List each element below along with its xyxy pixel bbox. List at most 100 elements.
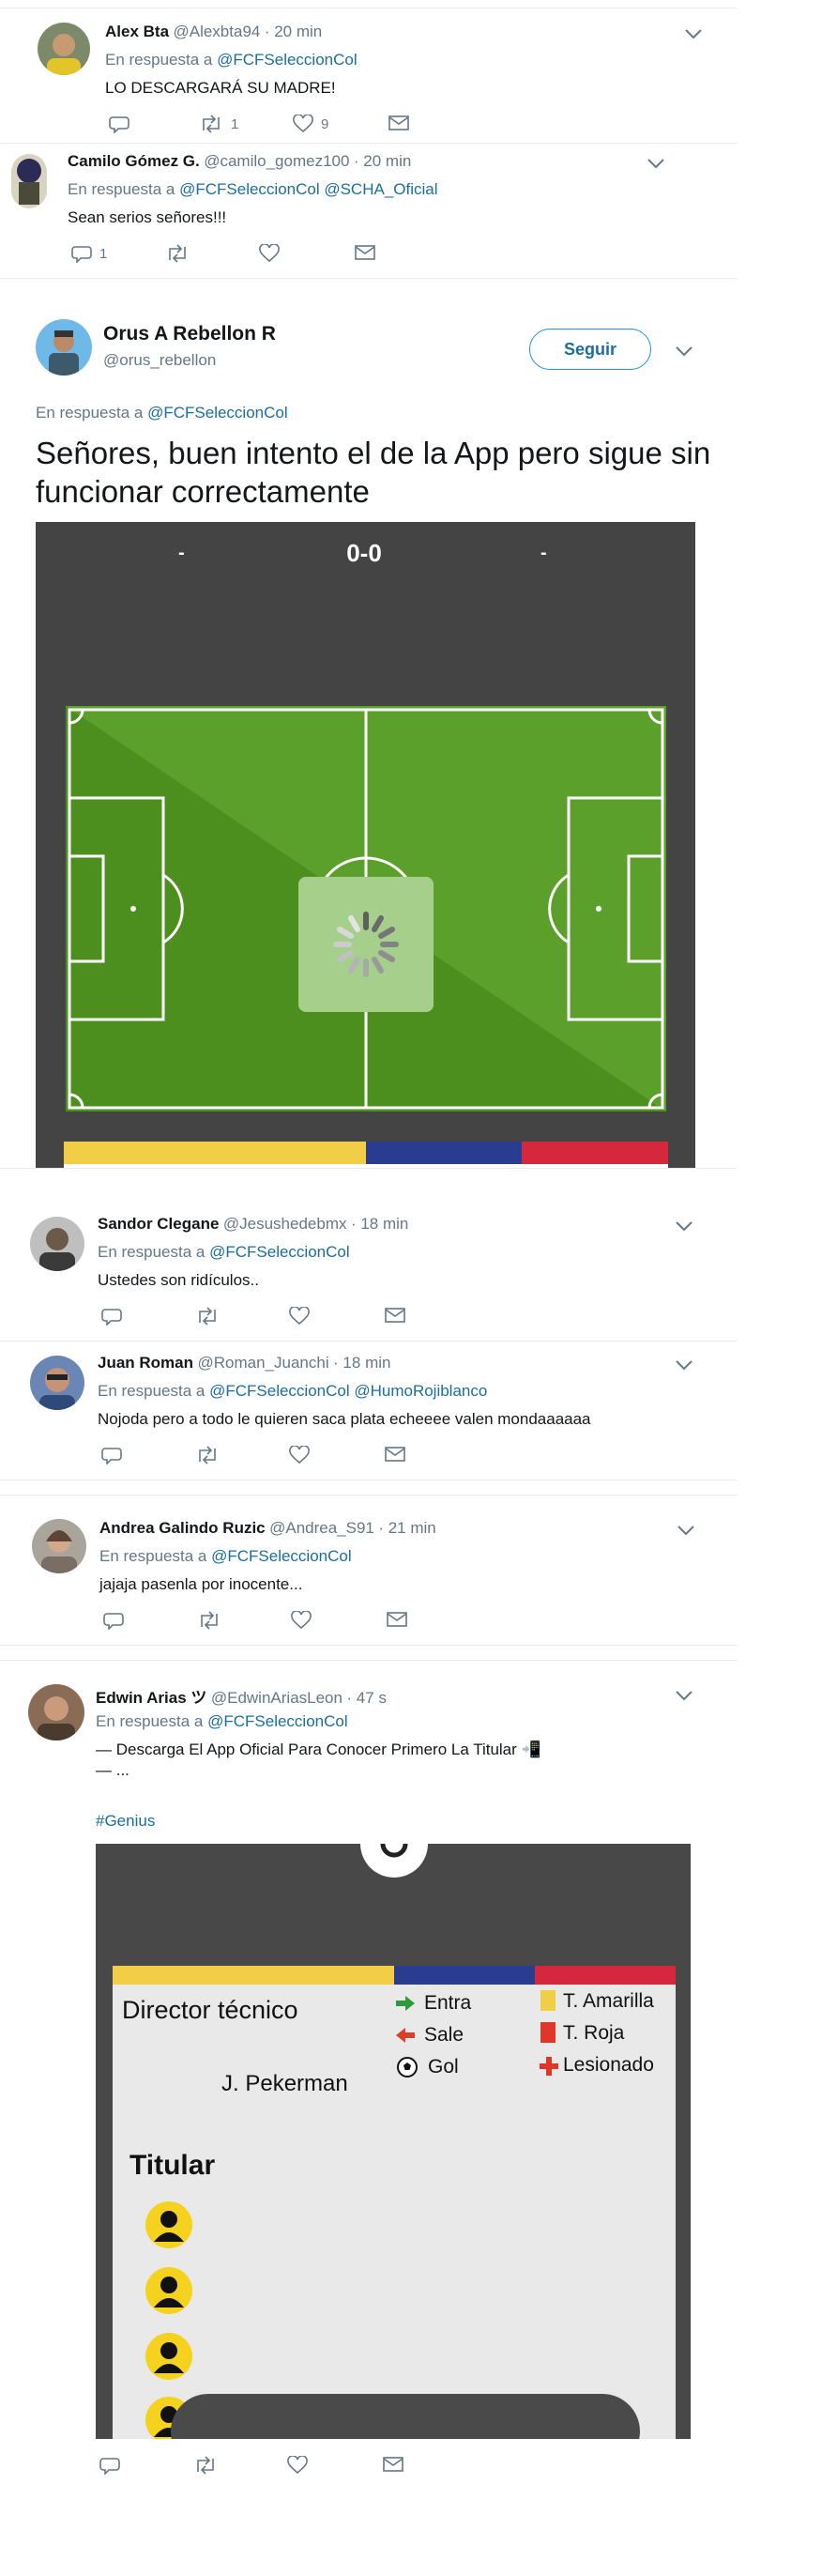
reply-prefix: En respuesta a: [98, 1243, 206, 1261]
tweet-text-line-2: — ...: [96, 1761, 129, 1779]
heart-icon: [289, 1307, 310, 1326]
timestamp[interactable]: · 18 min: [351, 1215, 408, 1233]
avatar[interactable]: [30, 1356, 84, 1410]
avatar[interactable]: [11, 154, 47, 208]
display-name[interactable]: Juan Roman: [98, 1354, 193, 1372]
reply-prefix: En respuesta a: [98, 1382, 206, 1400]
reply-button[interactable]: [101, 1446, 122, 1464]
display-name[interactable]: Sandor Clegane: [98, 1215, 219, 1233]
reply-mention-link[interactable]: @FCFSeleccionCol: [217, 51, 358, 69]
reply-mention-link[interactable]: @FCFSeleccionCol: [211, 1547, 352, 1565]
reply-button[interactable]: [109, 115, 137, 133]
username[interactable]: @camilo_gomez100: [204, 152, 349, 170]
direct-message-button[interactable]: [383, 2456, 403, 2473]
avatar[interactable]: [30, 1217, 84, 1271]
like-button[interactable]: [287, 2456, 308, 2475]
timestamp[interactable]: · 21 min: [378, 1519, 435, 1537]
like-button[interactable]: [289, 1446, 310, 1464]
reply-mention-link[interactable]: @FCFSeleccionCol @HumoRojiblanco: [209, 1382, 487, 1400]
chevron-down-icon[interactable]: [683, 26, 704, 41]
timestamp[interactable]: · 20 min: [265, 23, 322, 40]
retweet-button[interactable]: [195, 1446, 220, 1464]
display-name[interactable]: Edwin Arias ツ: [96, 1689, 206, 1707]
like-button[interactable]: 9: [293, 115, 328, 133]
director-name: J. Pekerman: [221, 2071, 348, 2096]
chevron-down-icon[interactable]: [676, 1523, 696, 1538]
hashtag-link[interactable]: #Genius: [96, 1812, 155, 1831]
reply-mention-link[interactable]: @FCFSeleccionCol @SCHA_Oficial: [179, 180, 437, 198]
retweet-button[interactable]: [193, 2456, 218, 2475]
chevron-down-icon[interactable]: [674, 1688, 694, 1703]
username[interactable]: @Alexbta94: [173, 23, 260, 40]
heart-icon: [287, 2456, 308, 2475]
bottom-sheet[interactable]: [171, 2394, 640, 2439]
timestamp[interactable]: · 18 min: [333, 1354, 390, 1372]
username[interactable]: @EdwinAriasLeon: [211, 1689, 342, 1707]
lineup-heading: Titular: [129, 2150, 216, 2181]
team-right-label: -: [540, 543, 547, 563]
tweet-text: Sean serios señores!!!: [68, 208, 227, 226]
chevron-down-icon[interactable]: [674, 344, 694, 359]
tweet-text: Señores, buen intento el de la App pero …: [36, 436, 711, 509]
tweet-media-image[interactable]: Director técnico J. Pekerman Entra Sale …: [96, 1844, 691, 2439]
app-logo-circle: [360, 1844, 428, 1878]
retweet-button[interactable]: [165, 244, 197, 263]
legend-injured: Lesionado: [563, 2054, 654, 2076]
reply-prefix: En respuesta a: [99, 1547, 207, 1565]
envelope-icon: [385, 1308, 405, 1323]
display-name[interactable]: Camilo Gómez G.: [68, 152, 200, 170]
tweet-media-image[interactable]: - 0-0 -: [36, 522, 695, 1168]
team-left-label: -: [178, 543, 185, 563]
tweet-text: jajaja pasenla por inocente...: [99, 1575, 303, 1593]
tweet-text: LO DESCARGARÁ SU MADRE!: [105, 79, 336, 97]
display-name[interactable]: Orus A Rebellon R: [103, 323, 276, 345]
heart-icon: [293, 115, 313, 133]
username[interactable]: @Andrea_S91: [269, 1519, 374, 1537]
display-name[interactable]: Andrea Galindo Ruzic: [99, 1519, 266, 1537]
envelope-icon: [385, 1447, 405, 1462]
reply-count: 1: [99, 245, 108, 262]
retweet-button[interactable]: [197, 1611, 221, 1630]
avatar[interactable]: [28, 1684, 84, 1740]
username[interactable]: @orus_rebellon: [103, 351, 216, 369]
reply-mention-link[interactable]: @FCFSeleccionCol: [147, 404, 288, 422]
direct-message-button[interactable]: [385, 1307, 405, 1324]
heart-icon: [259, 244, 280, 263]
retweet-button[interactable]: [195, 1307, 220, 1326]
reply-button[interactable]: 1: [71, 244, 107, 263]
chevron-down-icon[interactable]: [674, 1219, 694, 1234]
soccer-ball-icon: [397, 2057, 418, 2078]
timestamp[interactable]: · 20 min: [354, 152, 411, 170]
like-count: 9: [321, 115, 329, 132]
avatar[interactable]: [32, 1519, 86, 1573]
legend-in: Entra: [424, 1992, 472, 2014]
reply-button[interactable]: [99, 2456, 120, 2475]
direct-message-button[interactable]: [387, 1611, 407, 1628]
avatar[interactable]: [38, 23, 90, 75]
loading-overlay: [298, 877, 434, 1012]
retweet-button[interactable]: 1: [199, 115, 238, 133]
username[interactable]: @Jesushedebmx: [223, 1215, 347, 1233]
reply-icon: [103, 1613, 124, 1630]
reply-button[interactable]: [103, 1611, 124, 1630]
tweet-text: Nojoda pero a todo le quieren saca plata…: [98, 1410, 591, 1428]
like-button[interactable]: [289, 1307, 310, 1326]
timestamp[interactable]: · 47 s: [346, 1689, 387, 1707]
reply-mention-link[interactable]: @FCFSeleccionCol: [207, 1712, 348, 1730]
direct-message-button[interactable]: [388, 115, 409, 131]
legend-goal: Gol: [428, 2056, 459, 2078]
direct-message-button[interactable]: [355, 244, 375, 261]
chevron-down-icon[interactable]: [674, 1357, 694, 1372]
reply-button[interactable]: [101, 1307, 122, 1326]
display-name[interactable]: Alex Bta: [105, 23, 169, 40]
reply-mention-link[interactable]: @FCFSeleccionCol: [209, 1243, 350, 1261]
like-button[interactable]: [259, 244, 287, 263]
avatar[interactable]: [36, 319, 92, 376]
like-button[interactable]: [291, 1611, 312, 1630]
director-label: Director técnico: [122, 1996, 298, 2024]
username[interactable]: @Roman_Juanchi: [197, 1354, 328, 1372]
reply-prefix: En respuesta a: [105, 51, 213, 69]
direct-message-button[interactable]: [385, 1446, 405, 1463]
chevron-down-icon[interactable]: [646, 156, 666, 171]
follow-button[interactable]: Seguir: [529, 329, 651, 370]
